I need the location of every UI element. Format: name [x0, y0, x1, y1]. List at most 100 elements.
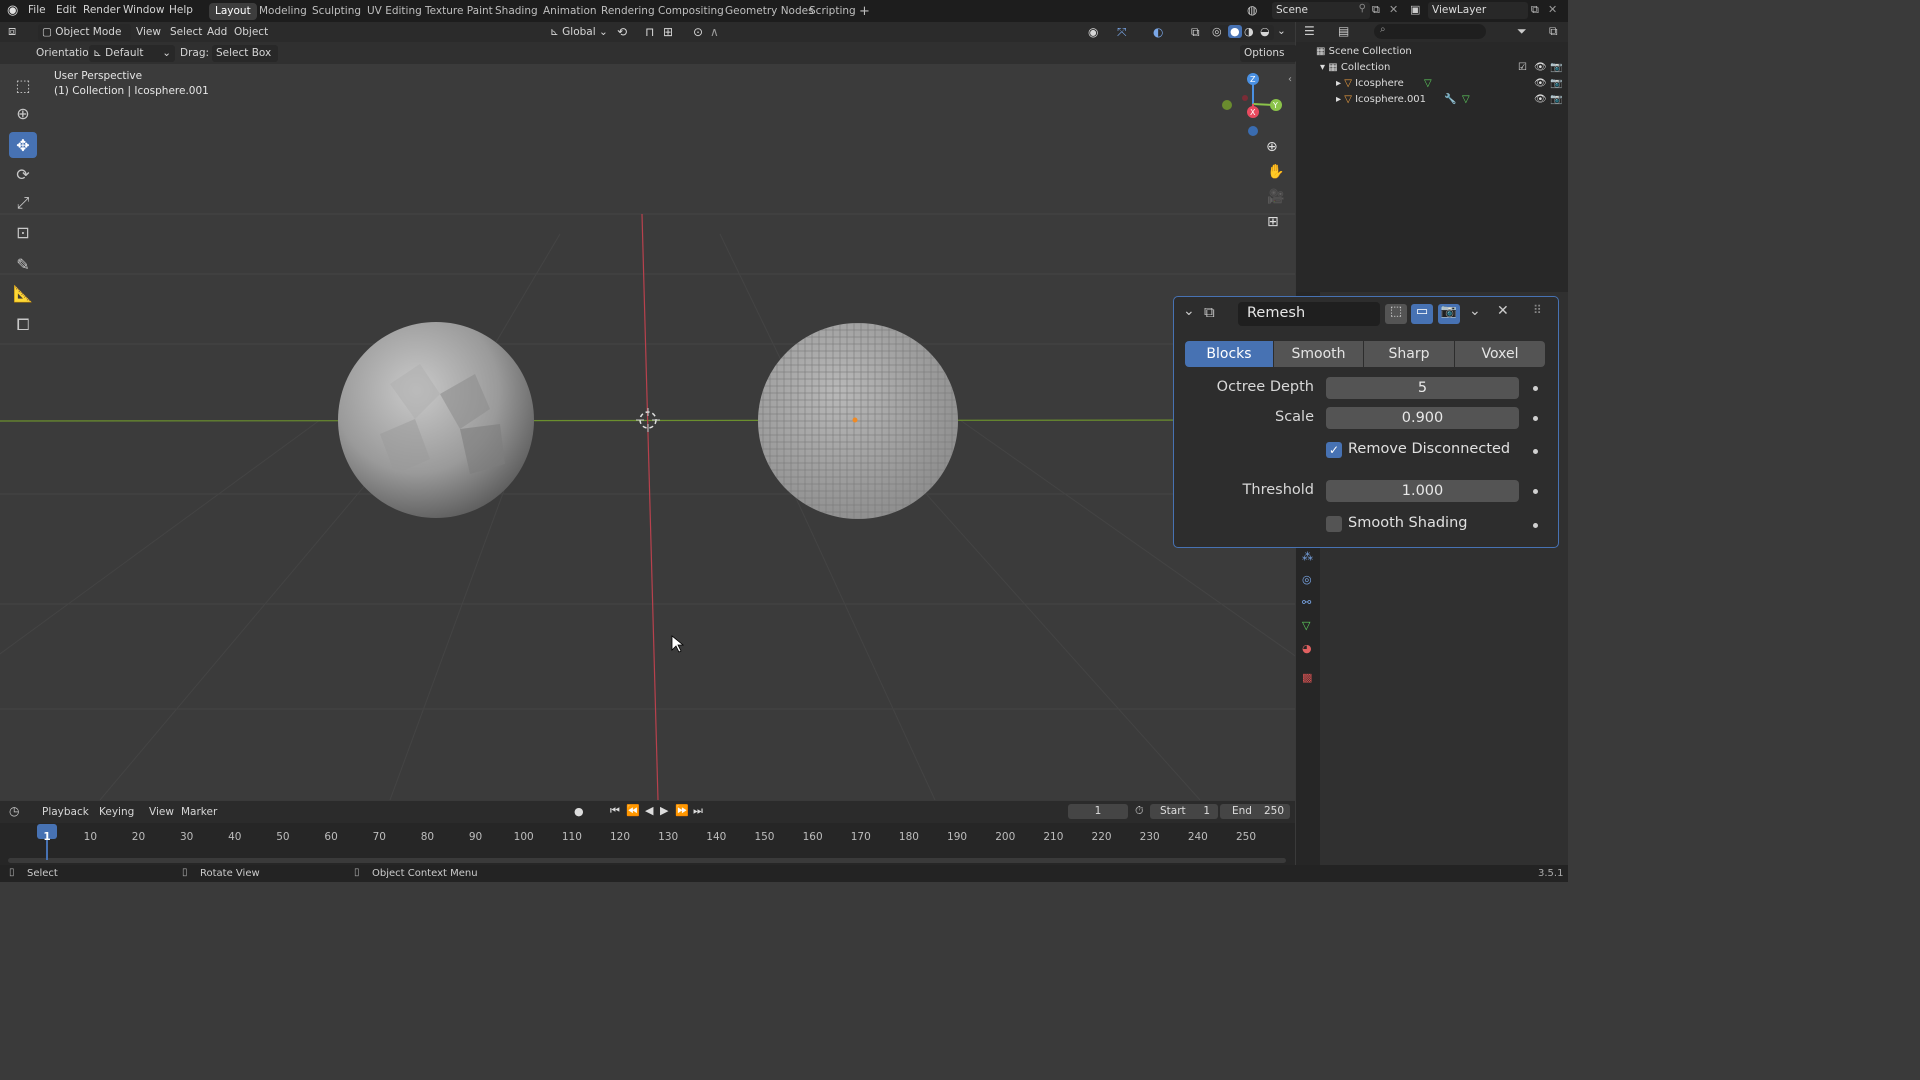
snap-icon[interactable]: ⊓ [645, 25, 654, 39]
menu-playback[interactable]: Playback [42, 806, 89, 818]
tab-shading[interactable]: Shading [489, 3, 544, 20]
menu-edit[interactable]: Edit [56, 4, 76, 16]
scene-selector[interactable]: Scene ⚲ [1272, 2, 1370, 19]
3d-viewport[interactable]: User Perspective (1) Collection | Icosph… [0, 64, 1295, 800]
visibility-eye-icon[interactable]: 👁 [1534, 62, 1547, 73]
play-icon[interactable]: ▶ [660, 804, 668, 817]
mode-selector[interactable]: ▢ Object Mode ⌄ [38, 24, 131, 55]
remove-disconnected-checkbox[interactable]: ✓ [1326, 442, 1342, 458]
jump-to-end-icon[interactable]: ⏭ [693, 804, 703, 818]
menu-file[interactable]: File [28, 4, 46, 16]
annotate-tool-icon[interactable]: ✎ [9, 251, 37, 277]
jump-to-start-icon[interactable]: ⏮ [610, 804, 620, 818]
scene-icon[interactable]: ◍ [1247, 3, 1257, 17]
view-layer-selector[interactable]: ViewLayer [1428, 2, 1528, 19]
mesh-data-icon[interactable]: ▽ [1462, 94, 1470, 105]
add-cube-tool-icon[interactable]: ⧠ [9, 312, 37, 338]
view-layer-icon[interactable]: ▣ [1410, 3, 1420, 16]
particles-tab-icon[interactable]: ⁂ [1302, 550, 1313, 563]
keyframe-dot-icon[interactable] [1533, 449, 1538, 454]
current-frame-field[interactable]: 1 [1068, 804, 1128, 819]
modifier-name-field[interactable]: Remesh [1238, 302, 1380, 326]
constraints-tab-icon[interactable]: ⚯ [1302, 596, 1311, 609]
new-scene-icon[interactable]: ⧉ [1372, 3, 1380, 17]
visibility-eye-icon[interactable]: 👁 [1534, 94, 1547, 105]
sidebar-toggle-icon[interactable]: ‹ [1288, 74, 1292, 85]
scale-field[interactable]: 0.900 [1326, 407, 1519, 429]
navigation-gizmo[interactable]: Z Y X [1215, 72, 1295, 142]
menu-add[interactable]: Add [207, 26, 227, 38]
outliner-row-icosphere-001[interactable]: ▸ ▽ Icosphere.001 🔧 ▽ 👁 📷 [1336, 94, 1568, 105]
mode-smooth-button[interactable]: Smooth [1274, 341, 1363, 367]
menu-window[interactable]: Window [123, 4, 164, 16]
render-camera-icon[interactable]: 📷 [1550, 62, 1562, 73]
add-workspace-button[interactable]: + [853, 3, 876, 20]
texture-tab-icon[interactable]: ▩ [1302, 671, 1312, 684]
xray-icon[interactable]: ⧉ [1191, 25, 1200, 40]
menu-view[interactable]: View [136, 26, 161, 38]
overlays-icon[interactable]: ◐ [1153, 25, 1163, 39]
timeline-editor-icon[interactable]: ◷ [9, 804, 19, 818]
menu-keying[interactable]: Keying [99, 806, 134, 818]
pivot-point-icon[interactable]: ⟲ [617, 25, 627, 39]
expand-arrow-icon[interactable]: ▸ [1336, 94, 1341, 105]
menu-object[interactable]: Object [234, 26, 268, 38]
tab-rendering[interactable]: Rendering [595, 3, 661, 20]
collapse-chevron-icon[interactable]: ⌄ [1183, 303, 1195, 319]
gizmo-icon[interactable]: ⤧ [1117, 25, 1127, 40]
include-checkbox-icon[interactable]: ☑ [1518, 62, 1527, 73]
perspective-toggle-icon[interactable]: ⊞ [1267, 214, 1279, 230]
jump-to-keyframe-forward-icon[interactable]: ⏩ [675, 804, 689, 817]
render-camera-icon[interactable]: 📷 [1550, 94, 1562, 105]
render-camera-icon[interactable]: 📷 [1550, 78, 1562, 89]
outliner-row-icosphere[interactable]: ▸ ▽ Icosphere ▽ 👁 📷 [1336, 78, 1568, 89]
expand-arrow-icon[interactable]: ▸ [1336, 78, 1341, 89]
select-box-tool-icon[interactable]: ⬚ [9, 72, 37, 98]
outliner-row-collection[interactable]: ▾ ▦ Collection ☑ 👁 📷 [1320, 62, 1568, 73]
visibility-eye-icon[interactable]: 👁 [1534, 78, 1547, 89]
keyframe-dot-icon[interactable] [1533, 523, 1538, 528]
cursor-tool-icon[interactable]: ⊕ [9, 100, 37, 126]
tab-sculpting[interactable]: Sculpting [306, 3, 367, 20]
delete-scene-icon[interactable]: ✕ [1389, 3, 1398, 16]
options-button[interactable]: Options [1240, 45, 1297, 62]
material-tab-icon[interactable]: ◕ [1302, 642, 1312, 655]
play-reverse-icon[interactable]: ◀ [645, 804, 653, 817]
menu-view[interactable]: View [149, 806, 174, 818]
material-shading-icon[interactable]: ◑ [1244, 25, 1254, 38]
dropdown-chevron-icon[interactable]: ⌄ [1469, 303, 1481, 319]
modifier-wrench-icon[interactable]: 🔧 [1444, 94, 1456, 105]
keyframe-dot-icon[interactable] [1533, 416, 1538, 421]
mesh-data-icon[interactable]: ▽ [1424, 78, 1432, 89]
menu-help[interactable]: Help [169, 4, 193, 16]
tab-animation[interactable]: Animation [537, 3, 603, 20]
transform-orientation-selector[interactable]: ⊾ Global ⌄ [546, 24, 614, 41]
render-toggle-icon[interactable]: 📷 [1438, 304, 1460, 324]
start-frame-field[interactable]: Start 1 [1150, 804, 1218, 819]
rendered-shading-icon[interactable]: ◒ [1260, 25, 1270, 38]
tab-layout[interactable]: Layout [209, 3, 257, 20]
mode-blocks-button[interactable]: Blocks [1185, 341, 1273, 367]
zoom-icon[interactable]: ⊕ [1266, 139, 1278, 155]
snap-target-icon[interactable]: ⊞ [663, 25, 673, 39]
timeline-scrollbar[interactable] [8, 858, 1286, 863]
tab-texture-paint[interactable]: Texture Paint [419, 3, 499, 20]
new-view-layer-icon[interactable]: ⧉ [1531, 3, 1539, 17]
data-tab-icon[interactable]: ▽ [1302, 619, 1310, 632]
falloff-icon[interactable]: ∧ [710, 25, 719, 39]
collapse-arrow-icon[interactable]: ▾ [1320, 62, 1325, 73]
edit-mode-toggle-icon[interactable]: ⬚ [1385, 304, 1407, 324]
scale-tool-icon[interactable]: ⤢ [9, 190, 37, 216]
tab-modeling[interactable]: Modeling [253, 3, 313, 20]
smooth-shading-checkbox[interactable] [1326, 516, 1342, 532]
auto-keying-record-icon[interactable]: ● [574, 805, 584, 818]
menu-select[interactable]: Select [170, 26, 202, 38]
drag-handle-icon[interactable]: ⠿ [1533, 303, 1542, 317]
outliner-search-input[interactable]: ⌕ [1374, 24, 1486, 39]
drag-selector[interactable]: Select Box [212, 45, 278, 62]
shading-options-chevron-icon[interactable]: ⌄ [1277, 25, 1286, 37]
mode-sharp-button[interactable]: Sharp [1364, 341, 1454, 367]
octree-depth-field[interactable]: 5 [1326, 377, 1519, 399]
solid-shading-icon[interactable]: ● [1228, 25, 1242, 38]
mode-voxel-button[interactable]: Voxel [1455, 341, 1545, 367]
